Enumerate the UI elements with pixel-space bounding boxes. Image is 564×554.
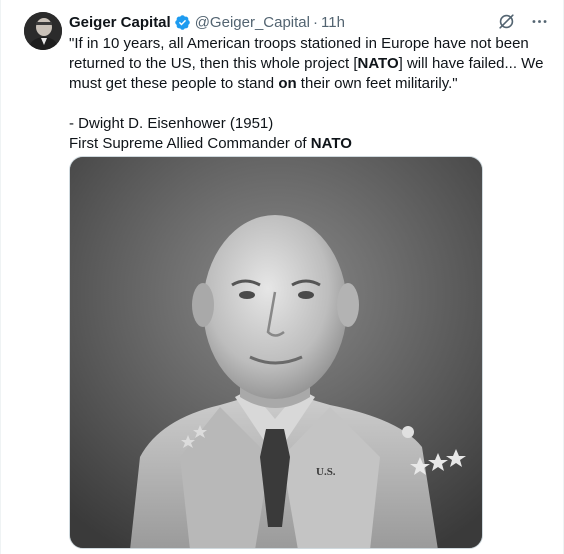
bold-on: on — [278, 75, 297, 92]
bold-nato-title: NATO — [310, 135, 352, 152]
tweet-photo[interactable]: U.S. — [69, 156, 483, 549]
more-icon[interactable] — [530, 12, 549, 31]
quote-text: "If in 10 years, all American troops sta… — [69, 35, 544, 92]
uniform-insignia-text: U.S. — [316, 466, 336, 478]
author-handle[interactable]: @Geiger_Capital — [195, 14, 310, 31]
verified-badge-icon — [174, 14, 190, 30]
grok-icon[interactable] — [497, 12, 516, 31]
author-avatar[interactable] — [24, 12, 62, 50]
tweet-text: "If in 10 years, all American troops sta… — [69, 34, 549, 154]
title-line: First Supreme Allied Commander of NATO — [69, 135, 352, 152]
author-name[interactable]: Geiger Capital — [69, 14, 171, 31]
tweet-actions — [497, 12, 549, 31]
separator-dot: · — [313, 13, 318, 31]
tweet-card[interactable]: Geiger Capital @Geiger_Capital · 11h "If… — [0, 0, 564, 554]
tweet-timestamp[interactable]: 11h — [321, 14, 345, 31]
bold-nato: NATO — [357, 55, 399, 72]
tweet-header: Geiger Capital @Geiger_Capital · 11h — [69, 12, 345, 32]
attribution-line: - Dwight D. Eisenhower (1951) — [69, 115, 274, 132]
